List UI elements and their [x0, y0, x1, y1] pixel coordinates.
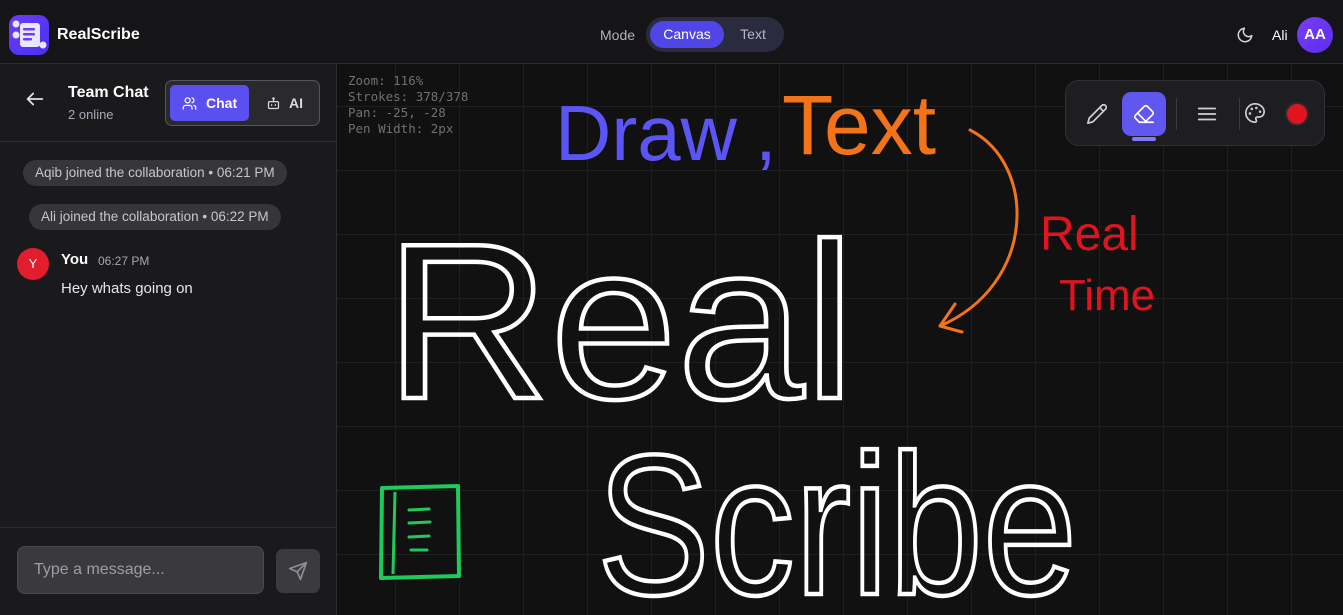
eraser-tool[interactable] [1122, 92, 1166, 141]
tab-ai-label: AI [289, 95, 303, 111]
chat-ai-switch: Chat AI [165, 80, 320, 126]
canvas-drawing: Draw , Text Real Time Real Scribe [379, 78, 1155, 615]
drawing-canvas[interactable]: Zoom: 116% Strokes: 378/378 Pan: -25, -2… [337, 64, 1343, 615]
moon-icon[interactable] [1236, 26, 1254, 44]
chat-header: Team Chat 2 online Chat AI [0, 64, 336, 142]
users-icon [182, 97, 197, 110]
system-message: Aqib joined the collaboration • 06:21 PM [23, 160, 287, 186]
drawn-text-draw: Draw [555, 89, 738, 177]
tab-chat[interactable]: Chat [170, 85, 249, 121]
menu-lines-icon [1197, 107, 1217, 121]
pen-tool[interactable] [1075, 92, 1119, 136]
pencil-icon [1087, 103, 1108, 124]
app-name: RealScribe [57, 26, 140, 43]
send-icon [288, 561, 308, 581]
stroke-width-tool[interactable] [1185, 92, 1229, 136]
chat-sidebar: Team Chat 2 online Chat AI Aqib joined t… [0, 64, 337, 615]
system-message: Ali joined the collaboration • 06:22 PM [29, 204, 281, 230]
drawn-text-text: Text [782, 78, 936, 172]
eraser-icon [1133, 104, 1155, 124]
current-color-swatch[interactable] [1285, 102, 1309, 126]
drawn-text-comma: , [755, 89, 777, 177]
drawn-text-real-small: Real [1040, 208, 1139, 261]
tab-chat-label: Chat [206, 95, 238, 111]
user-name: Ali [1272, 27, 1288, 43]
toolbar-divider [1176, 98, 1177, 130]
app-logo-icon[interactable] [9, 15, 49, 55]
message-text: Hey whats going on [61, 280, 193, 297]
bot-icon [267, 97, 280, 110]
top-bar: RealScribe Mode Canvas Text Ali AA [0, 0, 1343, 64]
message-time: 06:27 PM [98, 254, 150, 268]
active-tool-indicator [1132, 137, 1156, 141]
palette-icon [1245, 103, 1265, 123]
drawn-text-scribe-outline: Scribe [597, 414, 1077, 615]
mode-canvas-button[interactable]: Canvas [650, 21, 724, 48]
tab-ai[interactable]: AI [254, 85, 316, 121]
send-button[interactable] [276, 549, 320, 593]
message-author: You [61, 251, 89, 268]
user-avatar[interactable]: AA [1297, 17, 1333, 53]
mode-toggle: Canvas Text [646, 17, 784, 52]
palette-tool[interactable] [1244, 102, 1268, 126]
drawing-toolbar [1065, 80, 1325, 146]
message-composer [0, 527, 336, 615]
message-avatar: Y [17, 248, 49, 280]
mode-text-button[interactable]: Text [728, 21, 778, 48]
message-input[interactable] [17, 546, 264, 594]
drawn-arrow [938, 128, 1019, 328]
toolbar-divider [1239, 98, 1240, 130]
drawn-text-real-outline: Real [385, 198, 855, 446]
drawn-text-time: Time [1059, 271, 1155, 320]
back-arrow-icon[interactable] [24, 88, 46, 110]
drawn-document-icon [379, 484, 461, 580]
mode-label: Mode [600, 27, 636, 43]
online-count: 2 online [68, 107, 114, 122]
chat-title: Team Chat [68, 84, 149, 101]
